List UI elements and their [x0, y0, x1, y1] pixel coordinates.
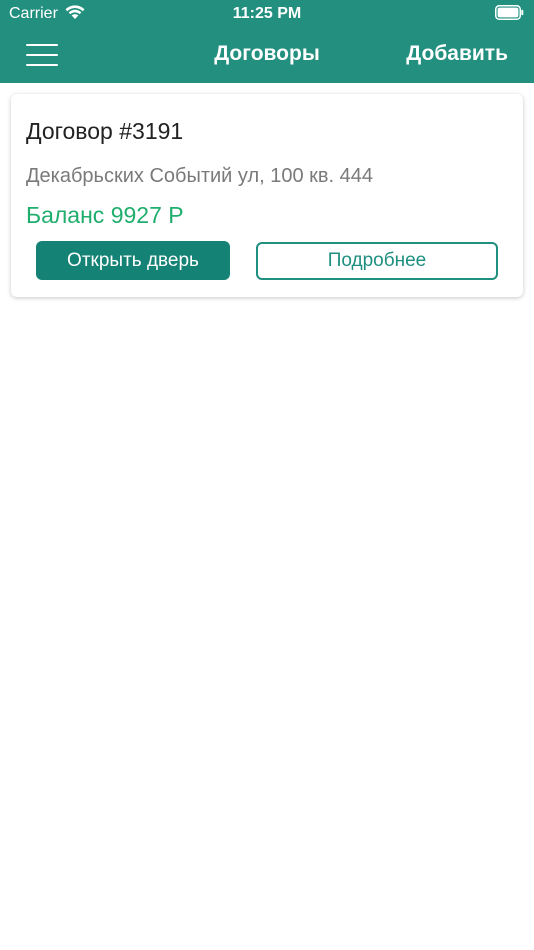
battery-icon	[495, 5, 524, 20]
navigation-bar: Договоры Добавить	[0, 28, 534, 83]
contract-card: Договор #3191 Декабрьских Событий ул, 10…	[11, 94, 523, 297]
add-button[interactable]: Добавить	[406, 42, 508, 66]
contract-title: Договор #3191	[26, 118, 184, 144]
open-door-button[interactable]: Открыть дверь	[36, 241, 230, 280]
status-time: 11:25 PM	[232, 5, 302, 22]
top-bar: Carrier 11:25 PM Договоры Добавить	[0, 0, 534, 83]
status-bar: Carrier 11:25 PM	[0, 0, 534, 28]
contract-balance: Баланс 9927 Р	[26, 202, 184, 228]
contract-address: Декабрьских Событий ул, 100 кв. 444	[26, 165, 374, 187]
details-button[interactable]: Подробнее	[256, 242, 498, 280]
